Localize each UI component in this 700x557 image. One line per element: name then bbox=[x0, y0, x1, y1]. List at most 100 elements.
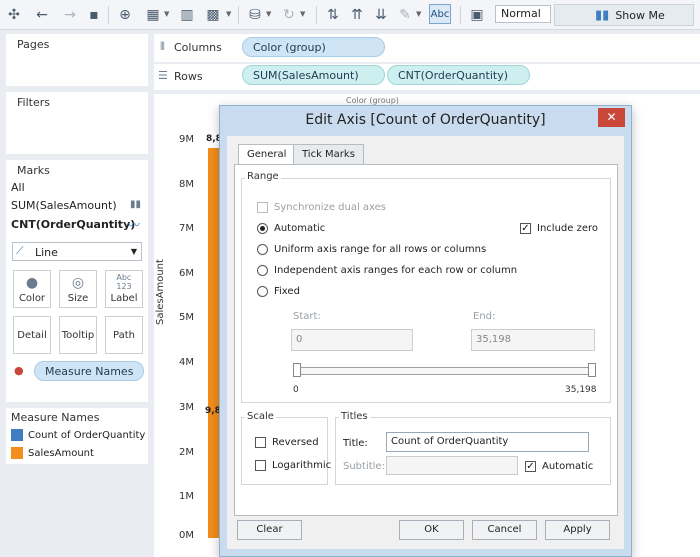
range-slider-min-handle[interactable] bbox=[293, 363, 301, 377]
refresh-icon[interactable]: ↻ bbox=[280, 6, 298, 24]
marks-sum-tab[interactable]: SUM(SalesAmount) bbox=[11, 199, 117, 212]
chevron-down-icon[interactable]: ▼ bbox=[164, 10, 169, 18]
path-button[interactable]: Path bbox=[105, 316, 143, 354]
marks-all-tab[interactable]: All bbox=[11, 181, 25, 194]
reversed-checkbox[interactable]: Reversed bbox=[255, 437, 319, 448]
include-zero-checkbox[interactable]: ✓ Include zero bbox=[520, 223, 598, 234]
sum-salesamount-pill[interactable]: SUM(SalesAmount) bbox=[242, 65, 385, 85]
start-label: Start: bbox=[293, 311, 321, 322]
uniform-label: Uniform axis range for all rows or colum… bbox=[274, 244, 487, 255]
new-worksheet-icon[interactable]: ▦ bbox=[144, 6, 162, 24]
radio-unselected bbox=[257, 265, 268, 276]
tableau-logo-icon[interactable]: ✣ bbox=[6, 6, 22, 24]
range-slider-track[interactable] bbox=[297, 367, 593, 375]
legend-item[interactable]: SalesAmount bbox=[11, 447, 94, 459]
show-mark-labels-button[interactable]: Abc bbox=[429, 4, 451, 24]
color-shelf-icon: ● bbox=[14, 364, 24, 377]
automatic-radio[interactable]: Automatic bbox=[257, 223, 325, 234]
fit-dropdown[interactable]: Normal bbox=[495, 5, 551, 23]
cnt-orderquantity-pill[interactable]: CNT(OrderQuantity) bbox=[387, 65, 530, 85]
duplicate-sheet-icon[interactable]: ▥ bbox=[178, 6, 196, 24]
y-tick: 9M bbox=[179, 134, 194, 145]
label-button[interactable]: Abc 123 Label bbox=[105, 270, 143, 308]
presentation-icon[interactable]: ▣ bbox=[468, 6, 486, 24]
title-input[interactable]: Count of OrderQuantity bbox=[386, 432, 589, 452]
measure-names-pill[interactable]: Measure Names bbox=[34, 361, 144, 381]
marks-card: Marks All SUM(SalesAmount) ▮▮ CNT(OrderQ… bbox=[6, 160, 148, 402]
general-tab-panel: Range Synchronize dual axes Automatic ✓ … bbox=[234, 164, 618, 516]
marks-cnt-tab[interactable]: CNT(OrderQuantity) bbox=[11, 218, 135, 231]
chevron-down-icon[interactable]: ▼ bbox=[266, 10, 271, 18]
database-icon[interactable]: ⛁ bbox=[246, 6, 264, 24]
y-tick: 3M bbox=[179, 402, 194, 413]
subtitle-input[interactable] bbox=[386, 456, 518, 475]
dialog-body: General Tick Marks Range Synchronize dua… bbox=[227, 136, 624, 549]
apply-button[interactable]: Apply bbox=[545, 520, 610, 540]
new-datasource-icon[interactable]: ⊕ bbox=[116, 6, 134, 24]
range-slider-max-handle[interactable] bbox=[588, 363, 596, 377]
logarithmic-checkbox[interactable]: Logarithmic bbox=[255, 460, 331, 471]
forward-arrow-icon[interactable]: → bbox=[62, 6, 78, 24]
sync-dual-axes-option: Synchronize dual axes bbox=[257, 202, 386, 213]
legend-item[interactable]: Count of OrderQuantity bbox=[11, 429, 145, 441]
filters-card[interactable]: Filters bbox=[6, 92, 148, 154]
legend-title: Measure Names bbox=[11, 411, 100, 424]
line-chart-icon: 〰 bbox=[128, 218, 141, 232]
automatic-label: Automatic bbox=[274, 223, 326, 234]
chevron-down-icon: ▼ bbox=[130, 247, 137, 256]
size-icon: ◎ bbox=[71, 275, 85, 291]
independent-radio[interactable]: Independent axis ranges for each row or … bbox=[257, 265, 517, 276]
end-input[interactable]: 35,198 bbox=[471, 329, 595, 351]
highlight-icon[interactable]: ✎ bbox=[396, 6, 414, 24]
marks-title: Marks bbox=[17, 164, 50, 177]
sort-descending-icon[interactable]: ⇊ bbox=[372, 6, 390, 24]
uniform-radio[interactable]: Uniform axis range for all rows or colum… bbox=[257, 244, 486, 255]
subtitle-label: Subtitle: bbox=[343, 461, 385, 472]
color-button[interactable]: ● Color bbox=[13, 270, 51, 308]
salesamount-bar[interactable] bbox=[208, 148, 219, 538]
close-icon[interactable]: ✕ bbox=[598, 108, 625, 127]
y-tick: 0M bbox=[179, 530, 194, 541]
y-tick: 5M bbox=[179, 312, 194, 323]
tab-tick-marks[interactable]: Tick Marks bbox=[293, 144, 364, 164]
color-label: Color bbox=[18, 293, 46, 304]
columns-icon: ⦀ bbox=[160, 40, 165, 53]
sort-ascending-icon[interactable]: ⇈ bbox=[348, 6, 366, 24]
pages-card[interactable]: Pages bbox=[6, 34, 148, 86]
subtitle-automatic-checkbox[interactable]: ✓ Automatic bbox=[525, 461, 593, 472]
mark-type-dropdown[interactable]: ⟋ Line ▼ bbox=[12, 242, 142, 261]
checkbox-unchecked bbox=[255, 460, 266, 471]
swap-axes-icon[interactable]: ⇅ bbox=[324, 6, 342, 24]
fixed-label: Fixed bbox=[274, 286, 300, 297]
radio-unselected bbox=[257, 286, 268, 297]
tab-general[interactable]: General bbox=[238, 144, 296, 165]
color-group-pill[interactable]: Color (group) bbox=[242, 37, 385, 57]
cancel-button[interactable]: Cancel bbox=[472, 520, 537, 540]
toolbar-divider bbox=[108, 6, 109, 24]
tooltip-button[interactable]: Tooltip bbox=[59, 316, 97, 354]
chevron-down-icon[interactable]: ▼ bbox=[226, 10, 231, 18]
columns-shelf[interactable]: ⦀ Columns Color (group) bbox=[154, 34, 700, 62]
path-label: Path bbox=[113, 330, 135, 341]
start-input[interactable]: 0 bbox=[291, 329, 413, 351]
checkbox-unchecked bbox=[255, 437, 266, 448]
rows-icon: ☰ bbox=[158, 69, 168, 82]
legend-label: Count of OrderQuantity bbox=[28, 429, 146, 441]
legend-swatch bbox=[11, 429, 23, 441]
chevron-down-icon[interactable]: ▼ bbox=[416, 10, 421, 18]
detail-button[interactable]: Detail bbox=[13, 316, 51, 354]
fixed-radio[interactable]: Fixed bbox=[257, 286, 300, 297]
size-button[interactable]: ◎ Size bbox=[59, 270, 97, 308]
ok-button[interactable]: OK bbox=[399, 520, 464, 540]
range-title: Range bbox=[245, 171, 281, 182]
clear-button[interactable]: Clear bbox=[237, 520, 302, 540]
chevron-down-icon[interactable]: ▼ bbox=[300, 10, 305, 18]
include-zero-label: Include zero bbox=[537, 223, 598, 234]
sync-dual-axes-label: Synchronize dual axes bbox=[274, 202, 387, 213]
detail-label: Detail bbox=[17, 330, 47, 341]
save-icon[interactable]: ▪ bbox=[86, 6, 102, 24]
show-me-button[interactable]: ▮▮ Show Me bbox=[554, 4, 694, 26]
back-arrow-icon[interactable]: ← bbox=[34, 6, 50, 24]
rows-shelf[interactable]: ☰ Rows SUM(SalesAmount) CNT(OrderQuantit… bbox=[154, 64, 700, 90]
clear-sheet-icon[interactable]: ▩ bbox=[204, 6, 222, 24]
